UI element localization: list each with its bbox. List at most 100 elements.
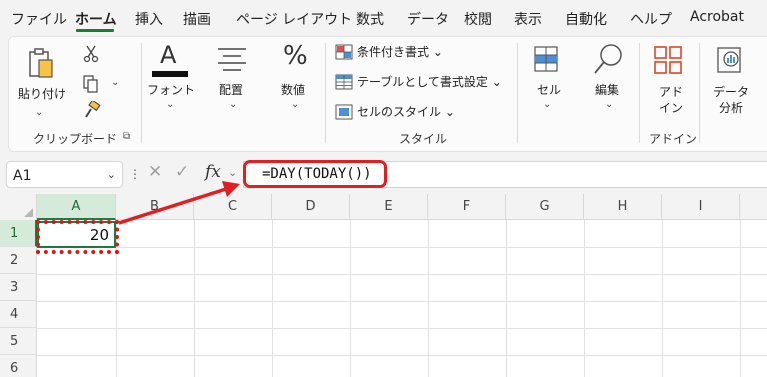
- chevron-down-icon[interactable]: ⌄: [107, 168, 116, 181]
- ribbon-separator: [699, 43, 700, 143]
- ribbon-separator: [517, 43, 518, 143]
- font-button[interactable]: A フォント ⌄: [147, 41, 196, 111]
- conditional-formatting-button[interactable]: 条件付き書式 ⌄: [335, 43, 505, 63]
- chevron-down-icon: ⌄: [229, 99, 238, 110]
- cells-label: セル: [537, 83, 562, 97]
- column-header-b[interactable]: B: [116, 194, 194, 220]
- cell-styles-button[interactable]: セルのスタイル ⌄: [335, 103, 485, 123]
- tab-insert[interactable]: 挿入: [135, 9, 163, 29]
- cells-icon: [534, 46, 558, 72]
- row-header-1[interactable]: 1: [0, 220, 37, 247]
- addins-label-line2: イン: [659, 101, 684, 115]
- active-tab-indicator: [76, 29, 114, 32]
- align-center-icon: [218, 48, 246, 71]
- gridline: [37, 274, 767, 275]
- cut-icon[interactable]: [83, 45, 99, 63]
- format-as-table-icon: [335, 74, 353, 90]
- column-header-i[interactable]: I: [662, 194, 740, 220]
- tab-acrobat[interactable]: Acrobat: [690, 9, 744, 25]
- column-header-e[interactable]: E: [350, 194, 428, 220]
- tab-data[interactable]: データ: [407, 9, 449, 29]
- number-button[interactable]: % 数値 ⌄: [271, 41, 317, 111]
- data-analysis-label-line1: データ: [713, 85, 750, 99]
- select-all-icon: [24, 208, 33, 217]
- tab-formulas[interactable]: 数式: [356, 9, 384, 29]
- editing-button[interactable]: 編集 ⌄: [585, 41, 631, 115]
- gridline: [37, 355, 767, 356]
- tab-review[interactable]: 校閲: [464, 9, 492, 29]
- row-header-3[interactable]: 3: [0, 274, 37, 301]
- column-header-h[interactable]: H: [584, 194, 662, 220]
- alignment-button[interactable]: 配置 ⌄: [209, 41, 255, 111]
- font-label: フォント: [147, 83, 196, 97]
- format-painter-icon[interactable]: [83, 101, 101, 119]
- tab-page-layout[interactable]: ページ レイアウト: [236, 9, 352, 29]
- select-all-button[interactable]: [0, 194, 37, 220]
- gridline: [740, 220, 741, 377]
- formula-highlight-box: [243, 160, 387, 188]
- addins-icon: [654, 46, 682, 74]
- chevron-down-icon[interactable]: ⌄: [228, 166, 237, 179]
- search-icon: [594, 44, 622, 74]
- tab-draw[interactable]: 描画: [183, 9, 211, 29]
- name-box[interactable]: A1 ⌄: [6, 161, 123, 188]
- row-header-4[interactable]: 4: [0, 301, 37, 328]
- enter-icon[interactable]: ✓: [175, 162, 189, 182]
- format-as-table-button[interactable]: テーブルとして書式設定 ⌄: [335, 73, 515, 93]
- gridline: [37, 301, 767, 302]
- cells-button[interactable]: セル ⌄: [523, 41, 569, 115]
- paste-button[interactable]: 貼り付け ⌄: [15, 43, 67, 123]
- data-analysis-label-line2: 分析: [719, 101, 744, 115]
- chevron-down-icon: ⌄: [166, 99, 175, 110]
- gridline: [37, 328, 767, 329]
- tab-view[interactable]: 表示: [514, 9, 542, 29]
- dialog-launcher-icon[interactable]: ⧉: [123, 131, 130, 142]
- chevron-down-icon: ⌄: [543, 99, 552, 110]
- row-header-5[interactable]: 5: [0, 328, 37, 355]
- column-header-c[interactable]: C: [194, 194, 272, 220]
- insert-function-icon[interactable]: fx: [205, 162, 221, 182]
- tab-home[interactable]: ホーム: [75, 9, 117, 29]
- name-box-value: A1: [13, 168, 32, 184]
- percent-icon: %: [283, 41, 308, 71]
- gridline: [428, 220, 429, 377]
- styles-group-label: スタイル: [399, 132, 448, 146]
- gridline: [662, 220, 663, 377]
- font-color-bar: [152, 71, 188, 77]
- addins-label-line1: アド: [659, 85, 684, 99]
- data-analysis-icon: [717, 47, 741, 73]
- tab-file[interactable]: ファイル: [11, 9, 67, 29]
- column-header-row: A B C D E F G H I: [0, 194, 767, 220]
- row-header-6[interactable]: 6: [0, 355, 37, 377]
- cancel-icon[interactable]: ✕: [148, 162, 162, 182]
- paste-label: 貼り付け: [18, 87, 67, 101]
- conditional-formatting-label: 条件付き書式 ⌄: [357, 45, 443, 59]
- column-header-g[interactable]: G: [506, 194, 584, 220]
- tab-help[interactable]: ヘルプ: [630, 9, 672, 29]
- gridline: [584, 220, 585, 377]
- ribbon-separator: [141, 43, 142, 143]
- chevron-down-icon: ⌄: [35, 107, 44, 118]
- gridline: [37, 247, 767, 248]
- copy-icon[interactable]: [82, 75, 100, 93]
- chevron-down-icon[interactable]: ⌄: [111, 77, 119, 88]
- addins-button[interactable]: アド イン: [645, 41, 691, 121]
- row-header-2[interactable]: 2: [0, 247, 37, 274]
- tab-automate[interactable]: 自動化: [565, 9, 607, 29]
- font-icon: A: [160, 41, 177, 69]
- column-header-a[interactable]: A: [37, 194, 116, 220]
- addins-group-label: アドイン: [649, 132, 698, 146]
- clipboard-group-label: クリップボード: [33, 132, 118, 146]
- data-analysis-button[interactable]: データ 分析: [705, 41, 765, 121]
- chevron-down-icon: ⌄: [605, 99, 614, 110]
- column-header-d[interactable]: D: [272, 194, 350, 220]
- gridline: [350, 220, 351, 377]
- column-header-f[interactable]: F: [428, 194, 506, 220]
- gridline: [194, 220, 195, 377]
- paste-icon: [29, 48, 53, 78]
- cell-highlight-box: [36, 220, 119, 254]
- more-options-icon[interactable]: ⋮: [129, 167, 141, 181]
- number-label: 数値: [281, 83, 306, 97]
- menu-tab-bar: ファイル ホーム 挿入 描画 ページ レイアウト 数式 データ 校閲 表示 自動…: [0, 0, 767, 34]
- chevron-down-icon: ⌄: [291, 99, 300, 110]
